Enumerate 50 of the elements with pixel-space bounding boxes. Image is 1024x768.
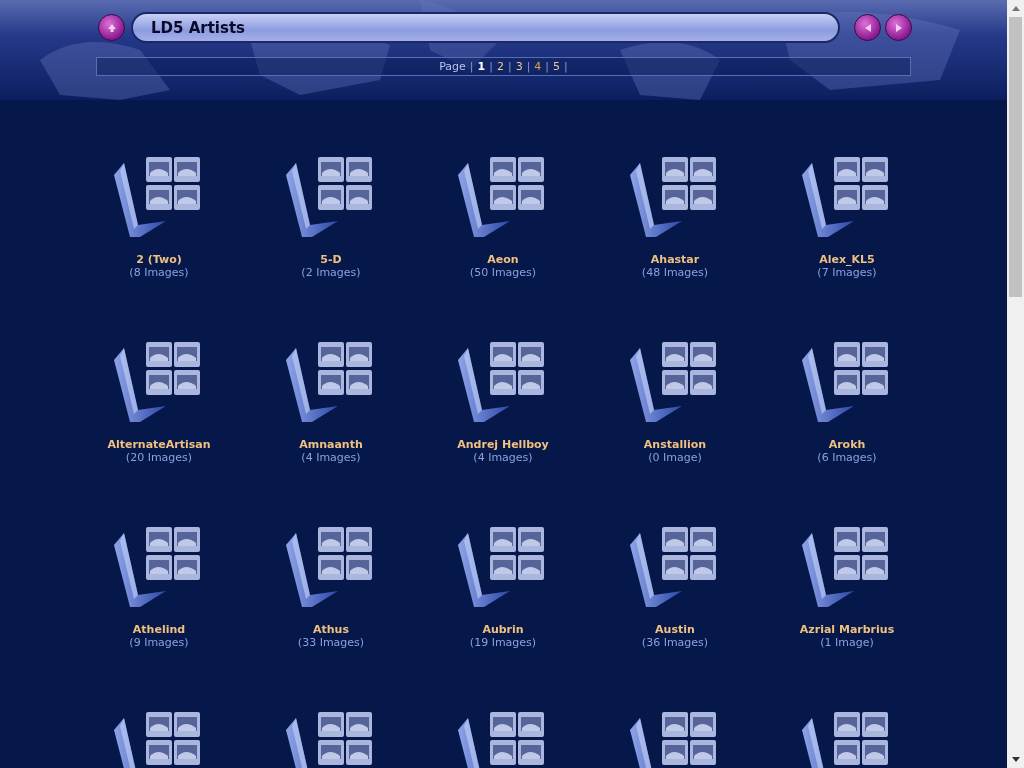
artist-name-link[interactable]: Aubrin bbox=[482, 623, 524, 636]
image-count: (7 Images) bbox=[817, 266, 877, 279]
artist-name-link[interactable]: Aeon bbox=[487, 253, 519, 266]
image-count: (6 Images) bbox=[817, 451, 877, 464]
page-label: Page bbox=[439, 60, 466, 73]
artist-name-link[interactable]: Amnaanth bbox=[299, 438, 363, 451]
scroll-down-icon[interactable] bbox=[1011, 757, 1020, 762]
page-link[interactable]: 4 bbox=[534, 60, 542, 73]
image-count: (9 Images) bbox=[129, 636, 189, 649]
artist-name-link[interactable]: Austin bbox=[655, 623, 695, 636]
separator: | bbox=[507, 60, 512, 73]
artist-name-link[interactable]: 2 (Two) bbox=[136, 253, 182, 266]
image-count: (50 Images) bbox=[469, 266, 537, 279]
artist-name-link[interactable]: Athelind bbox=[132, 623, 186, 636]
separator: | bbox=[564, 60, 568, 73]
up-button[interactable] bbox=[98, 14, 125, 41]
image-count: (19 Images) bbox=[469, 636, 537, 649]
scrollbar[interactable] bbox=[1007, 0, 1024, 768]
scrollbar-thumb[interactable] bbox=[1009, 17, 1022, 297]
page-title: LD5 Artists bbox=[151, 18, 245, 37]
page-link[interactable]: 1 bbox=[477, 60, 486, 73]
previous-button[interactable] bbox=[854, 14, 881, 41]
image-count: (0 Image) bbox=[648, 451, 702, 464]
page-link[interactable]: 5 bbox=[553, 60, 561, 73]
image-count: (1 Image) bbox=[820, 636, 874, 649]
artist-name-link[interactable]: 5-D bbox=[320, 253, 342, 266]
artist-name-link[interactable]: AlternateArtisan bbox=[107, 438, 211, 451]
image-count: (48 Images) bbox=[641, 266, 709, 279]
artist-name-link[interactable]: Ahastar bbox=[650, 253, 700, 266]
separator: | bbox=[545, 60, 550, 73]
scroll-up-icon[interactable] bbox=[1011, 6, 1020, 11]
separator: | bbox=[489, 60, 493, 73]
image-count: (36 Images) bbox=[641, 636, 709, 649]
page-link[interactable]: 2 bbox=[496, 60, 504, 73]
artist-name-link[interactable]: Alex_KL5 bbox=[819, 253, 875, 266]
artist-name-link[interactable]: Athus bbox=[313, 623, 349, 636]
artist-name-link[interactable]: Arokh bbox=[828, 438, 866, 451]
image-count: (4 Images) bbox=[473, 451, 533, 464]
image-count: (33 Images) bbox=[297, 636, 365, 649]
artist-name-link[interactable]: Anstallion bbox=[643, 438, 707, 451]
separator: | bbox=[469, 60, 474, 73]
image-count: (20 Images) bbox=[125, 451, 193, 464]
separator: | bbox=[526, 60, 531, 73]
artist-name-link[interactable]: Andrej Hellboy bbox=[457, 438, 549, 451]
next-button[interactable] bbox=[885, 14, 912, 41]
image-count: (8 Images) bbox=[129, 266, 189, 279]
image-count: (4 Images) bbox=[301, 451, 361, 464]
artist-name-link[interactable]: Azrial Marbrius bbox=[799, 623, 895, 636]
image-count: (2 Images) bbox=[301, 266, 361, 279]
page-link[interactable]: 3 bbox=[515, 60, 523, 73]
